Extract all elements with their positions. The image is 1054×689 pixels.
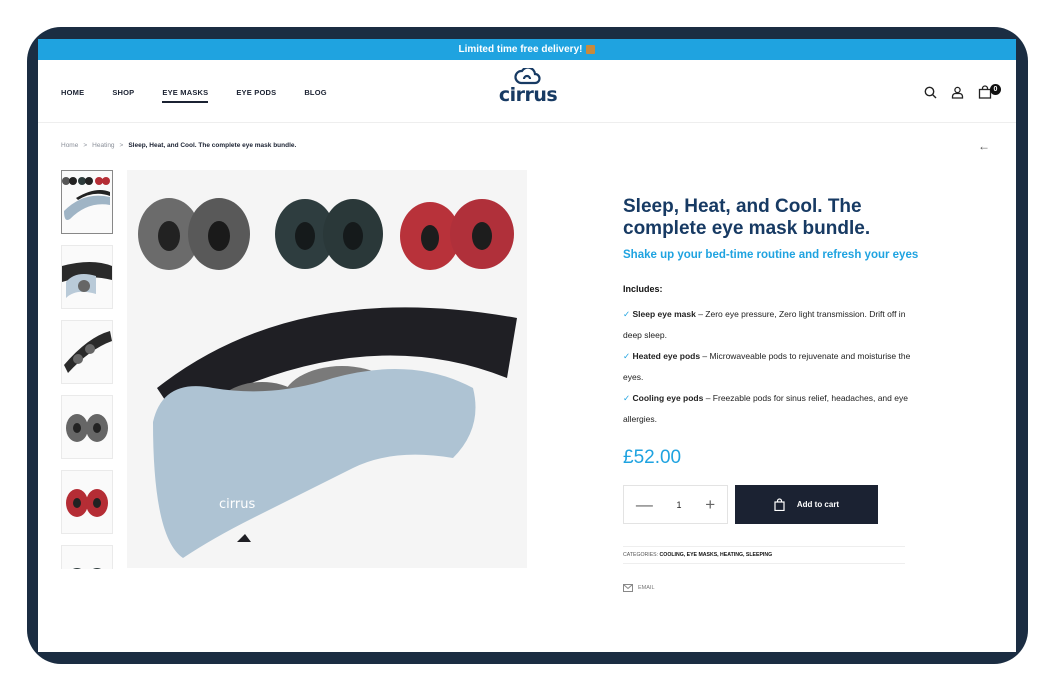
product-info: Sleep, Heat, and Cool. The complete eye … — [623, 196, 923, 592]
dark-pods-image — [275, 199, 383, 269]
nav-eye-masks[interactable]: EYE MASKS — [162, 88, 209, 103]
user-icon[interactable] — [951, 86, 964, 99]
check-icon: ✓ — [623, 393, 631, 403]
nav-home[interactable]: HOME — [61, 88, 84, 101]
check-icon: ✓ — [623, 351, 631, 361]
breadcrumb-home[interactable]: Home — [61, 142, 78, 149]
nav-blog[interactable]: BLOG — [304, 88, 326, 101]
quantity-increase-button[interactable]: + — [705, 495, 715, 515]
site-header: HOME SHOP EYE MASKS EYE PODS BLOG cirrus — [38, 60, 1016, 123]
red-pods-image — [400, 199, 514, 270]
thumbnail-red-pods[interactable] — [61, 470, 113, 534]
feature-item: ✓ Cooling eye pods – Freezable pods for … — [623, 388, 923, 430]
quantity-stepper: — 1 + — [623, 485, 728, 524]
thumbnail-dark-pods[interactable] — [61, 545, 113, 569]
cart-count-badge: 0 — [990, 84, 1001, 95]
categories-links[interactable]: COOLING, EYE MASKS, HEATING, SLEEPING — [660, 552, 773, 558]
box-icon — [586, 45, 596, 54]
add-to-cart-button[interactable]: Add to cart — [735, 485, 878, 524]
product-categories: CATEGORIES: COOLING, EYE MASKS, HEATING,… — [623, 546, 905, 564]
feature-item: ✓ Heated eye pods – Microwaveable pods t… — [623, 346, 923, 388]
header-icons: 0 — [924, 84, 1001, 99]
back-arrow-icon[interactable]: ← — [978, 139, 990, 153]
browser-screen: Limited time free delivery! HOME SHOP EY… — [38, 39, 1016, 652]
share-email[interactable]: EMAIL — [623, 584, 923, 592]
thumbnail-strap[interactable] — [61, 320, 113, 384]
bag-icon — [774, 498, 785, 511]
product-subtitle: Shake up your bed-time routine and refre… — [623, 249, 919, 261]
nav-eye-pods[interactable]: EYE PODS — [236, 88, 276, 101]
feature-name: Sleep eye mask — [632, 309, 696, 319]
grey-pods-image — [138, 198, 250, 270]
breadcrumb-heating[interactable]: Heating — [92, 142, 114, 149]
logo-text: cirrus — [498, 84, 558, 106]
thumbnail-gallery — [61, 170, 113, 569]
breadcrumb: Home > Heating > Sleep, Heat, and Cool. … — [61, 142, 296, 149]
mask-logo-text: cirrus — [219, 497, 255, 512]
search-icon[interactable] — [924, 86, 937, 99]
main-nav: HOME SHOP EYE MASKS EYE PODS BLOG — [61, 88, 355, 103]
product-description: ✓ Sleep eye mask – Zero eye pressure, Ze… — [623, 304, 923, 430]
thumbnail-grey-pods[interactable] — [61, 395, 113, 459]
add-to-cart-label: Add to cart — [796, 500, 840, 509]
main-product-image[interactable]: cirrus — [127, 170, 527, 568]
categories-label: CATEGORIES: — [623, 552, 659, 558]
email-label: EMAIL — [638, 585, 655, 591]
site-logo[interactable]: cirrus — [493, 68, 563, 105]
promo-text: Limited time free delivery! — [458, 44, 583, 55]
quantity-value[interactable]: 1 — [677, 500, 682, 510]
thumbnail-side[interactable] — [61, 245, 113, 309]
breadcrumb-current: Sleep, Heat, and Cool. The complete eye … — [128, 142, 297, 149]
email-icon — [623, 584, 633, 592]
purchase-controls: — 1 + Add to cart — [623, 485, 923, 524]
product-title: Sleep, Heat, and Cool. The complete eye … — [623, 196, 871, 239]
thumbnail-bundle[interactable] — [61, 170, 113, 234]
cart-button[interactable]: 0 — [978, 84, 1001, 99]
nav-shop[interactable]: SHOP — [112, 88, 134, 101]
feature-name: Heated eye pods — [632, 351, 701, 361]
breadcrumb-separator: > — [83, 142, 88, 149]
product-price: £52.00 — [623, 447, 682, 468]
quantity-decrease-button[interactable]: — — [636, 495, 653, 515]
breadcrumb-separator: > — [119, 142, 124, 149]
eye-mask-image — [153, 307, 517, 558]
feature-item: ✓ Sleep eye mask – Zero eye pressure, Ze… — [623, 304, 923, 346]
check-icon: ✓ — [623, 309, 631, 319]
includes-heading: Includes: — [623, 284, 663, 294]
feature-name: Cooling eye pods — [632, 393, 704, 403]
promo-bar: Limited time free delivery! — [38, 39, 1016, 60]
